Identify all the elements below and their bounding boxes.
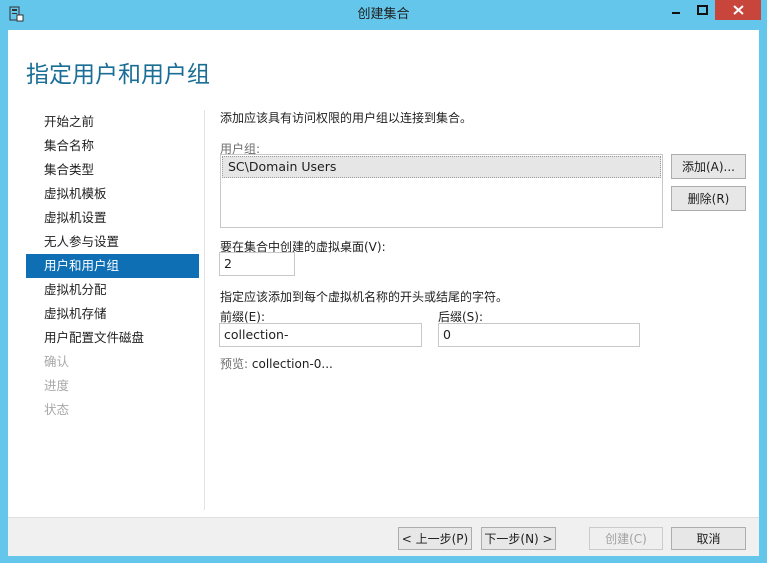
step-before-you-begin[interactable]: 开始之前	[26, 110, 199, 134]
step-user-profile-disks[interactable]: 用户配置文件磁盘	[26, 326, 199, 350]
title-bar[interactable]: 创建集合	[0, 0, 767, 30]
maximize-button[interactable]	[689, 0, 715, 20]
wizard-footer: < 上一步(P) 下一步(N) > 创建(C) 取消	[8, 517, 759, 556]
step-users-and-groups[interactable]: 用户和用户组	[26, 254, 199, 278]
cancel-button[interactable]: 取消	[671, 527, 746, 550]
step-progress: 进度	[44, 378, 70, 393]
minimize-button[interactable]	[663, 0, 689, 20]
step-status: 状态	[44, 402, 70, 417]
step-collection-name[interactable]: 集合名称	[26, 134, 199, 158]
page-title: 指定用户和用户组	[26, 62, 210, 88]
preview-value: collection-0...	[251, 357, 333, 371]
step-collection-type[interactable]: 集合类型	[26, 158, 199, 182]
step-vm-allocation[interactable]: 虚拟机分配	[26, 278, 199, 302]
remove-group-button[interactable]: 删除(R)	[671, 186, 746, 211]
window-title: 创建集合	[357, 7, 410, 22]
step-vm-settings[interactable]: 虚拟机设置	[26, 206, 199, 230]
step-vm-template[interactable]: 虚拟机模板	[26, 182, 199, 206]
nav-divider	[204, 110, 205, 510]
previous-button[interactable]: < 上一步(P)	[398, 527, 472, 550]
window-controls	[663, 0, 761, 22]
step-confirmation: 确认	[44, 354, 70, 369]
wizard-body: 指定用户和用户组 开始之前 集合名称 集合类型 虚拟机模板 虚拟机设置 无人参与…	[8, 30, 759, 556]
close-button[interactable]	[715, 0, 761, 20]
list-item[interactable]: SC\Domain Users	[222, 156, 661, 178]
wizard-steps: 开始之前 集合名称 集合类型 虚拟机模板 虚拟机设置 无人参与设置 用户和用户组…	[26, 110, 199, 422]
step-vm-storage[interactable]: 虚拟机存储	[26, 302, 199, 326]
preview-row: 预览: collection-0...	[220, 355, 333, 372]
preview-label: 预览:	[220, 357, 249, 371]
minimize-icon	[672, 12, 680, 14]
create-button: 创建(C)	[589, 527, 663, 550]
step-unattended-settings[interactable]: 无人参与设置	[26, 230, 199, 254]
name-affix-instruction: 指定应该添加到每个虚拟机名称的开头或结尾的字符。	[220, 290, 509, 304]
user-groups-list[interactable]: SC\Domain Users	[220, 154, 663, 228]
prefix-input[interactable]: collection-	[219, 323, 422, 347]
suffix-input[interactable]: 0	[438, 323, 640, 347]
add-group-button[interactable]: 添加(A)...	[671, 154, 746, 179]
close-icon	[732, 5, 744, 15]
instruction-text: 添加应该具有访问权限的用户组以连接到集合。	[220, 111, 473, 125]
maximize-icon	[696, 5, 708, 15]
create-collection-window: 创建集合 指定用户和用户组 开始之前 集合名称 集合类型 虚拟机模板 虚拟机设置…	[0, 0, 767, 563]
next-button[interactable]: 下一步(N) >	[481, 527, 556, 550]
desktop-count-input[interactable]: 2	[219, 252, 295, 276]
